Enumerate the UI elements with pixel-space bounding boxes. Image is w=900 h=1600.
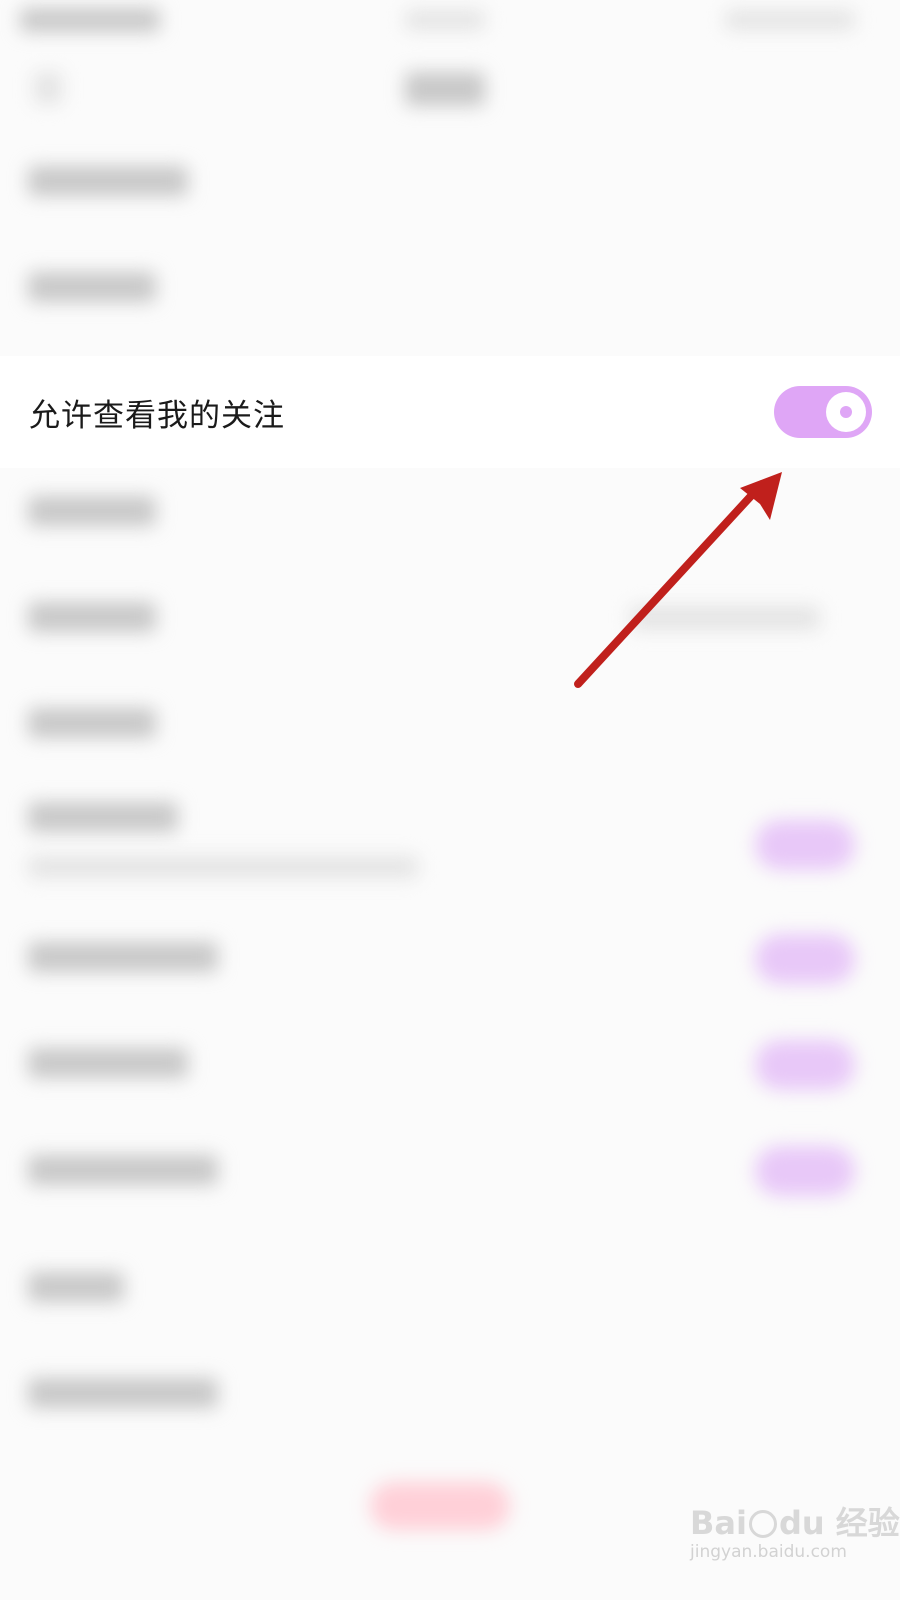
logout-button[interactable] xyxy=(370,1482,510,1530)
toggle-knob xyxy=(826,392,866,432)
allow-view-following-row: 允许查看我的关注 xyxy=(0,356,900,468)
back-icon[interactable] xyxy=(34,72,62,104)
settings-row[interactable] xyxy=(28,496,156,526)
settings-row[interactable] xyxy=(28,708,156,738)
settings-row[interactable] xyxy=(28,272,156,302)
settings-row[interactable] xyxy=(28,602,156,632)
settings-row[interactable] xyxy=(28,942,218,972)
watermark-brand: Bai du 经验 xyxy=(690,1498,900,1544)
settings-row[interactable] xyxy=(28,1048,188,1078)
settings-toggle[interactable] xyxy=(755,820,855,870)
settings-screen: 允许查看我的关注 Bai du 经验 jingyan.baidu.com xyxy=(0,0,900,1600)
status-bar-right xyxy=(725,10,855,30)
watermark-brand-text: Bai xyxy=(690,1504,747,1542)
watermark-brand-suffix: du 经验 xyxy=(778,1504,900,1542)
settings-row[interactable] xyxy=(28,1155,218,1185)
baidu-jingyan-watermark: Bai du 经验 jingyan.baidu.com xyxy=(690,1498,900,1578)
annotation-arrow xyxy=(574,472,782,688)
allow-view-following-label: 允许查看我的关注 xyxy=(29,397,285,434)
settings-row[interactable] xyxy=(28,1272,124,1302)
status-bar-center xyxy=(405,10,485,30)
settings-toggle[interactable] xyxy=(755,1146,855,1196)
watermark-url: jingyan.baidu.com xyxy=(690,1542,847,1562)
settings-row-value xyxy=(630,606,820,630)
allow-view-following-toggle[interactable] xyxy=(774,386,872,438)
page-title xyxy=(405,72,485,106)
settings-row[interactable] xyxy=(28,1378,218,1408)
toggle-dot xyxy=(840,406,852,418)
status-bar-time xyxy=(20,8,160,32)
settings-row-description xyxy=(28,856,418,878)
settings-toggle[interactable] xyxy=(755,1040,855,1090)
settings-row[interactable] xyxy=(28,802,178,832)
paw-icon xyxy=(748,1510,777,1538)
settings-row[interactable] xyxy=(28,166,188,196)
settings-toggle[interactable] xyxy=(755,934,855,984)
